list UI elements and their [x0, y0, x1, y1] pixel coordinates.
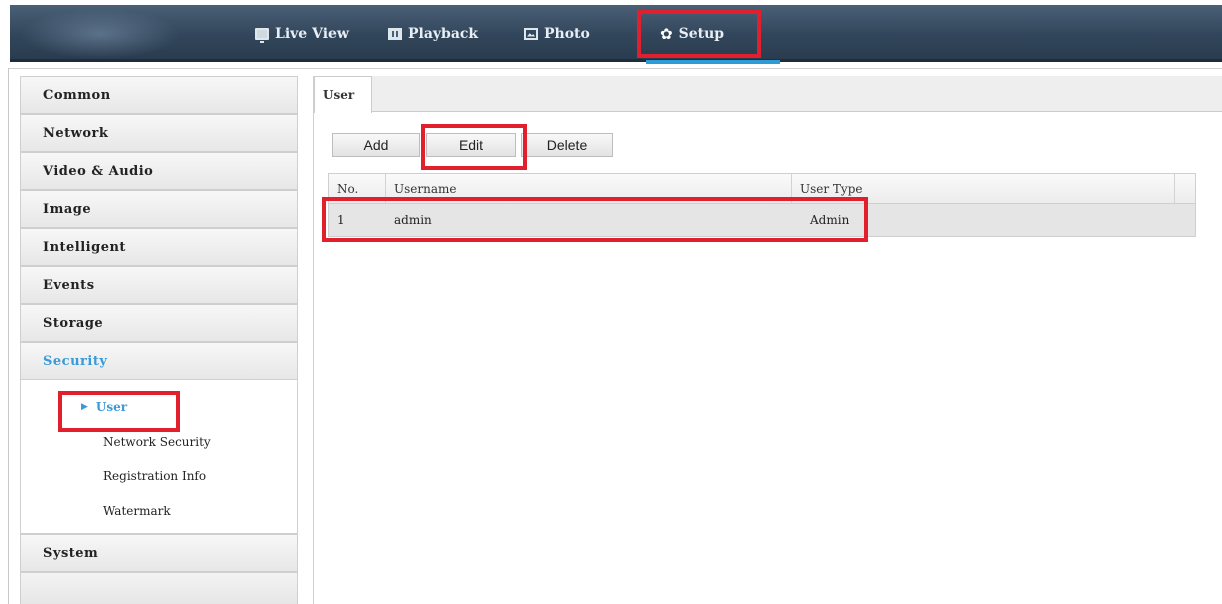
top-nav-bar: Live View Playback Photo ✿ Setup [10, 5, 1222, 64]
nav-playback[interactable]: Playback [388, 5, 478, 62]
tab-user-label: User [323, 88, 355, 102]
nav-setup-label: Setup [678, 25, 725, 42]
nav-setup[interactable]: ✿ Setup [660, 5, 724, 62]
user-table: No. Username User Type 1 admin Admin [328, 173, 1196, 237]
sidebar-item-label: Common [43, 87, 111, 103]
sidebar: Common Network Video & Audio Image Intel… [20, 76, 298, 604]
cell-spacer [1175, 204, 1195, 236]
delete-button[interactable]: Delete [521, 133, 613, 157]
add-button[interactable]: Add [332, 133, 420, 157]
sidebar-empty-item [20, 572, 298, 604]
gear-icon: ✿ [660, 24, 673, 43]
photo-icon [524, 27, 538, 40]
nav-live-view[interactable]: Live View [255, 5, 349, 62]
sidebar-item-label: Storage [43, 315, 104, 331]
sidebar-item-label: Network [43, 125, 109, 141]
sidebar-item-label: Video & Audio [43, 163, 154, 179]
cell-user-type: Admin [810, 213, 850, 227]
nav-playback-label: Playback [408, 25, 479, 42]
nav-live-view-label: Live View [275, 25, 349, 42]
sidebar-item-label: Events [43, 277, 95, 293]
button-bar: Add Edit Delete [332, 133, 613, 157]
submenu-item-user[interactable]: ▶ User [81, 400, 127, 414]
submenu-item-label: User [95, 400, 128, 414]
main-content: User Add Edit Delete No. Username User T… [313, 76, 1222, 604]
sidebar-item-label: Image [43, 201, 92, 217]
logo-glow [20, 9, 180, 59]
triangle-right-icon: ▶ [81, 402, 88, 412]
column-header-user-type[interactable]: User Type [792, 174, 1175, 203]
column-header-no[interactable]: No. [329, 174, 386, 203]
submenu-item-label: Network Security [103, 435, 211, 449]
nav-photo-label: Photo [544, 25, 590, 42]
column-header-username[interactable]: Username [386, 174, 792, 203]
monitor-icon [255, 27, 269, 43]
sidebar-item-system[interactable]: System [20, 534, 298, 572]
sidebar-item-video-audio[interactable]: Video & Audio [20, 152, 298, 190]
cell-no: 1 [337, 213, 345, 227]
submenu-item-watermark[interactable]: Watermark [103, 504, 171, 518]
edit-button[interactable]: Edit [426, 133, 516, 157]
submenu-item-label: Watermark [103, 504, 171, 518]
nav-photo[interactable]: Photo [524, 5, 590, 62]
active-tab-underline [646, 60, 780, 64]
sidebar-item-intelligent[interactable]: Intelligent [20, 228, 298, 266]
sidebar-item-security[interactable]: Security [20, 342, 298, 380]
sidebar-item-label: Security [43, 353, 108, 369]
sidebar-item-label: Intelligent [43, 239, 126, 255]
sidebar-item-image[interactable]: Image [20, 190, 298, 228]
column-header-spacer [1175, 174, 1195, 203]
sidebar-item-events[interactable]: Events [20, 266, 298, 304]
submenu-item-network-security[interactable]: Network Security [103, 435, 211, 449]
playback-icon [388, 27, 402, 40]
tab-user[interactable]: User [314, 76, 372, 113]
submenu-item-label: Registration Info [103, 469, 207, 483]
submenu-item-registration-info[interactable]: Registration Info [103, 469, 206, 483]
table-row[interactable]: 1 admin Admin [329, 204, 1195, 236]
sidebar-item-network[interactable]: Network [20, 114, 298, 152]
cell-username: admin [394, 213, 432, 227]
table-header: No. Username User Type [329, 174, 1195, 204]
sidebar-item-storage[interactable]: Storage [20, 304, 298, 342]
sidebar-item-label: System [43, 545, 99, 561]
sidebar-item-common[interactable]: Common [20, 76, 298, 114]
tab-strip: User [314, 76, 1222, 113]
security-submenu: ▶ User Network Security Registration Inf… [20, 380, 298, 534]
